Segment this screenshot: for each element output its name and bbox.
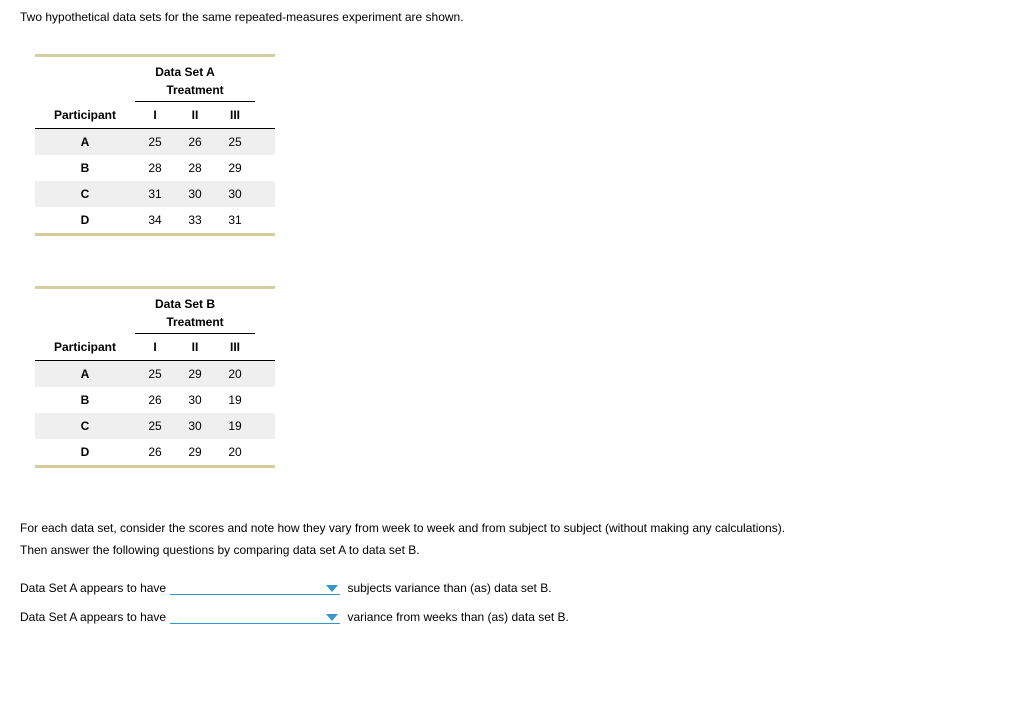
dataset-b-title: Data Set B bbox=[95, 289, 275, 313]
data-cell: 30 bbox=[175, 413, 215, 439]
fill1-after: subjects variance than (as) data set B. bbox=[344, 581, 551, 595]
data-cell: 20 bbox=[215, 361, 255, 387]
table-row: D 26 29 20 bbox=[35, 439, 275, 465]
data-cell: 29 bbox=[175, 439, 215, 465]
data-cell: 28 bbox=[175, 155, 215, 181]
treatment-label: Treatment bbox=[135, 81, 255, 102]
data-cell: 25 bbox=[135, 129, 175, 155]
table-row: B 28 28 29 bbox=[35, 155, 275, 181]
data-cell: 20 bbox=[215, 439, 255, 465]
data-cell: 26 bbox=[135, 387, 175, 413]
intro-text: Two hypothetical data sets for the same … bbox=[20, 10, 994, 24]
data-cell: 28 bbox=[135, 155, 175, 181]
participant-cell: C bbox=[35, 181, 135, 207]
fill2-before: Data Set A appears to have bbox=[20, 610, 166, 624]
treatment-label: Treatment bbox=[135, 313, 255, 334]
table-row: A 25 26 25 bbox=[35, 129, 275, 155]
participant-cell: A bbox=[35, 361, 135, 387]
question-instructions: For each data set, consider the scores a… bbox=[20, 518, 994, 561]
participant-cell: D bbox=[35, 207, 135, 233]
col-header-II: II bbox=[175, 334, 215, 360]
table-bottom-border bbox=[35, 465, 275, 468]
data-cell: 19 bbox=[215, 413, 255, 439]
participant-header: Participant bbox=[35, 102, 135, 128]
data-cell: 19 bbox=[215, 387, 255, 413]
fill2-after: variance from weeks than (as) data set B… bbox=[344, 610, 569, 624]
dataset-b-table: Data Set B Treatment Participant I II II… bbox=[35, 286, 275, 468]
participant-cell: B bbox=[35, 387, 135, 413]
participant-cell: D bbox=[35, 439, 135, 465]
col-header-III: III bbox=[215, 102, 255, 128]
dataset-a-title: Data Set A bbox=[95, 57, 275, 81]
data-cell: 26 bbox=[135, 439, 175, 465]
data-cell: 31 bbox=[215, 207, 255, 233]
data-cell: 26 bbox=[175, 129, 215, 155]
table-row: A 25 29 20 bbox=[35, 361, 275, 387]
data-cell: 33 bbox=[175, 207, 215, 233]
table-row: C 25 30 19 bbox=[35, 413, 275, 439]
data-cell: 30 bbox=[175, 387, 215, 413]
col-header-I: I bbox=[135, 334, 175, 360]
chevron-down-icon bbox=[326, 614, 338, 621]
participant-cell: A bbox=[35, 129, 135, 155]
participant-cell: B bbox=[35, 155, 135, 181]
participant-cell: C bbox=[35, 413, 135, 439]
table-bottom-border bbox=[35, 233, 275, 236]
table-row: B 26 30 19 bbox=[35, 387, 275, 413]
data-cell: 30 bbox=[215, 181, 255, 207]
participant-header: Participant bbox=[35, 334, 135, 360]
data-cell: 29 bbox=[215, 155, 255, 181]
data-cell: 29 bbox=[175, 361, 215, 387]
dataset-a-table: Data Set A Treatment Participant I II II… bbox=[35, 54, 275, 236]
data-cell: 31 bbox=[135, 181, 175, 207]
col-header-I: I bbox=[135, 102, 175, 128]
dropdown-2[interactable] bbox=[170, 614, 340, 624]
col-header-II: II bbox=[175, 102, 215, 128]
fill1-before: Data Set A appears to have bbox=[20, 581, 166, 595]
question-line-2: Then answer the following questions by c… bbox=[20, 543, 420, 557]
fill-question-2: Data Set A appears to have variance from… bbox=[20, 610, 994, 624]
col-header-III: III bbox=[215, 334, 255, 360]
question-line-1: For each data set, consider the scores a… bbox=[20, 521, 785, 535]
data-cell: 25 bbox=[135, 361, 175, 387]
fill-question-1: Data Set A appears to have subjects vari… bbox=[20, 581, 994, 595]
table-row: D 34 33 31 bbox=[35, 207, 275, 233]
dropdown-1[interactable] bbox=[170, 585, 340, 595]
data-cell: 25 bbox=[135, 413, 175, 439]
data-cell: 34 bbox=[135, 207, 175, 233]
data-cell: 30 bbox=[175, 181, 215, 207]
data-cell: 25 bbox=[215, 129, 255, 155]
table-row: C 31 30 30 bbox=[35, 181, 275, 207]
chevron-down-icon bbox=[326, 585, 338, 592]
